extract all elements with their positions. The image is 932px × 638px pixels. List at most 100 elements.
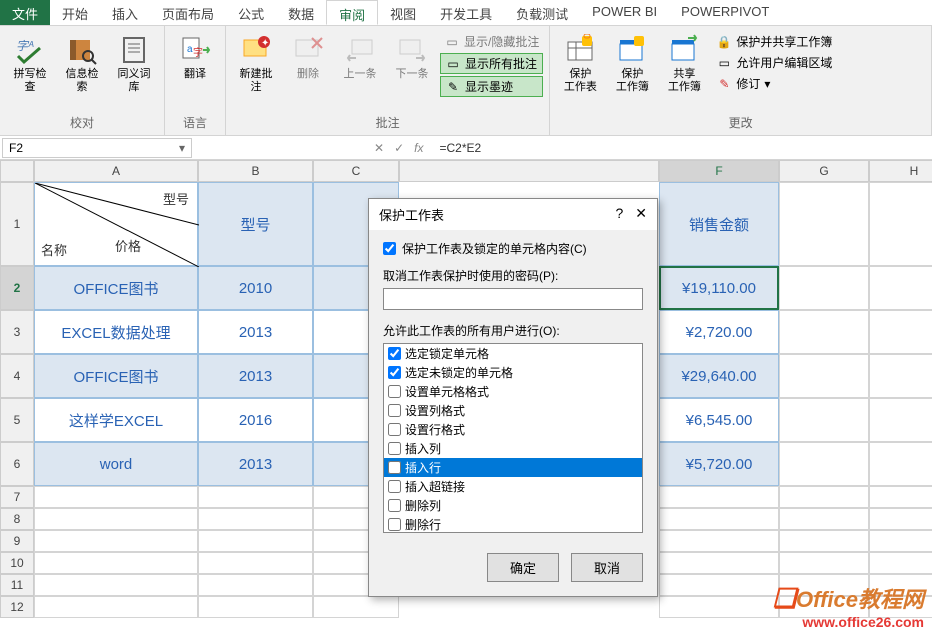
tab-powerbi[interactable]: POWER BI	[580, 0, 669, 25]
showall-comments-button[interactable]: ▭ 显示所有批注	[440, 53, 543, 74]
row-header-12[interactable]: 12	[0, 596, 34, 618]
show-ink-button[interactable]: ✎ 显示墨迹	[440, 76, 543, 97]
namebox-dropdown-icon[interactable]: ▾	[179, 141, 185, 155]
permissions-list[interactable]: 选定锁定单元格选定未锁定的单元格设置单元格格式设置列格式设置行格式插入列插入行插…	[383, 343, 643, 533]
row-header-10[interactable]: 10	[0, 552, 34, 574]
password-input[interactable]	[383, 288, 643, 310]
cell-B6[interactable]: 2013	[198, 442, 313, 486]
ok-button[interactable]: 确定	[487, 553, 559, 582]
protect-share-button[interactable]: 🔒 保护并共享工作簿	[712, 32, 836, 51]
cell-A7[interactable]	[34, 486, 198, 508]
row-header-7[interactable]: 7	[0, 486, 34, 508]
cell-B7[interactable]	[198, 486, 313, 508]
cell-B3[interactable]: 2013	[198, 310, 313, 354]
cell-B9[interactable]	[198, 530, 313, 552]
cell-B5[interactable]: 2016	[198, 398, 313, 442]
share-workbook-button[interactable]: 共享 工作簿	[660, 32, 708, 96]
tab-view[interactable]: 视图	[378, 0, 428, 25]
col-header-B[interactable]: B	[198, 160, 313, 182]
cell-G8[interactable]	[779, 508, 869, 530]
cell-G7[interactable]	[779, 486, 869, 508]
tab-formula[interactable]: 公式	[226, 0, 276, 25]
cell-G2[interactable]	[779, 266, 869, 310]
tab-file[interactable]: 文件	[0, 0, 50, 25]
cell-H10[interactable]	[869, 552, 932, 574]
formula-cancel-icon[interactable]: ✕	[370, 141, 388, 155]
cell-F7[interactable]	[659, 486, 779, 508]
cell-A8[interactable]	[34, 508, 198, 530]
cancel-button[interactable]: 取消	[571, 553, 643, 582]
new-comment-button[interactable]: ✦ 新建批注	[232, 32, 280, 96]
tab-loadtest[interactable]: 负载测试	[504, 0, 580, 25]
cell-A3[interactable]: EXCEL数据处理	[34, 310, 198, 354]
protect-sheet-button[interactable]: 保护 工作表	[556, 32, 604, 96]
cell-G9[interactable]	[779, 530, 869, 552]
cell-F5[interactable]: ¥6,545.00	[659, 398, 779, 442]
cell-H9[interactable]	[869, 530, 932, 552]
translate-button[interactable]: a字 翻译	[171, 32, 219, 83]
tab-powerpivot[interactable]: POWERPIVOT	[669, 0, 781, 25]
cell-F10[interactable]	[659, 552, 779, 574]
insert-function-icon[interactable]: fx	[410, 141, 427, 155]
cell-B2[interactable]: 2010	[198, 266, 313, 310]
tab-insert[interactable]: 插入	[100, 0, 150, 25]
cell-A9[interactable]	[34, 530, 198, 552]
cell-H3[interactable]	[869, 310, 932, 354]
row-header-3[interactable]: 3	[0, 310, 34, 354]
cell-A6[interactable]: word	[34, 442, 198, 486]
cell-F1[interactable]: 销售金额	[659, 182, 779, 266]
cell-B10[interactable]	[198, 552, 313, 574]
row-header-11[interactable]: 11	[0, 574, 34, 596]
tab-review[interactable]: 审阅	[326, 0, 378, 25]
cell-B1[interactable]: 型号	[198, 182, 313, 266]
cell-B8[interactable]	[198, 508, 313, 530]
cell-F9[interactable]	[659, 530, 779, 552]
track-changes-button[interactable]: ✎ 修订 ▾	[712, 74, 836, 93]
formula-input[interactable]: =C2*E2	[433, 139, 932, 157]
prev-comment-button[interactable]: 上一条	[336, 32, 384, 83]
showhide-comment-button[interactable]: ▭ 显示/隐藏批注	[440, 32, 543, 51]
cell-F11[interactable]	[659, 574, 779, 596]
row-header-9[interactable]: 9	[0, 530, 34, 552]
cell-F6[interactable]: ¥5,720.00	[659, 442, 779, 486]
protect-contents-checkbox[interactable]: 保护工作表及锁定的单元格内容(C)	[383, 240, 643, 257]
cell-A2[interactable]: OFFICE图书	[34, 266, 198, 310]
thesaurus-button[interactable]: 同义词库	[110, 32, 158, 96]
cell-G4[interactable]	[779, 354, 869, 398]
cell-G5[interactable]	[779, 398, 869, 442]
col-header-H[interactable]: H	[869, 160, 932, 182]
perm-item-3[interactable]: 设置列格式	[384, 401, 642, 420]
col-header-G[interactable]: G	[779, 160, 869, 182]
dialog-help-icon[interactable]: ?	[615, 205, 623, 224]
cell-H6[interactable]	[869, 442, 932, 486]
row-header-2[interactable]: 2	[0, 266, 34, 310]
cell-F8[interactable]	[659, 508, 779, 530]
cell-F4[interactable]: ¥29,640.00	[659, 354, 779, 398]
tab-data[interactable]: 数据	[276, 0, 326, 25]
name-box[interactable]: F2 ▾	[2, 138, 192, 158]
perm-item-0[interactable]: 选定锁定单元格	[384, 344, 642, 363]
row-header-5[interactable]: 5	[0, 398, 34, 442]
tab-home[interactable]: 开始	[50, 0, 100, 25]
delete-comment-button[interactable]: 删除	[284, 32, 332, 83]
cell-H4[interactable]	[869, 354, 932, 398]
cell-C12[interactable]	[313, 596, 399, 618]
dialog-close-icon[interactable]: ✕	[635, 205, 647, 224]
select-all-corner[interactable]	[0, 160, 34, 182]
perm-item-5[interactable]: 插入列	[384, 439, 642, 458]
protect-workbook-button[interactable]: 保护 工作簿	[608, 32, 656, 96]
cell-A10[interactable]	[34, 552, 198, 574]
col-header-F[interactable]: F	[659, 160, 779, 182]
perm-item-6[interactable]: 插入行	[384, 458, 642, 477]
row-header-4[interactable]: 4	[0, 354, 34, 398]
next-comment-button[interactable]: 下一条	[388, 32, 436, 83]
cell-A11[interactable]	[34, 574, 198, 596]
cell-H2[interactable]	[869, 266, 932, 310]
cell-A12[interactable]	[34, 596, 198, 618]
cell-H5[interactable]	[869, 398, 932, 442]
cell-F12[interactable]	[659, 596, 779, 618]
cell-G1[interactable]	[779, 182, 869, 266]
perm-item-2[interactable]: 设置单元格格式	[384, 382, 642, 401]
cell-B11[interactable]	[198, 574, 313, 596]
perm-item-9[interactable]: 删除行	[384, 515, 642, 533]
